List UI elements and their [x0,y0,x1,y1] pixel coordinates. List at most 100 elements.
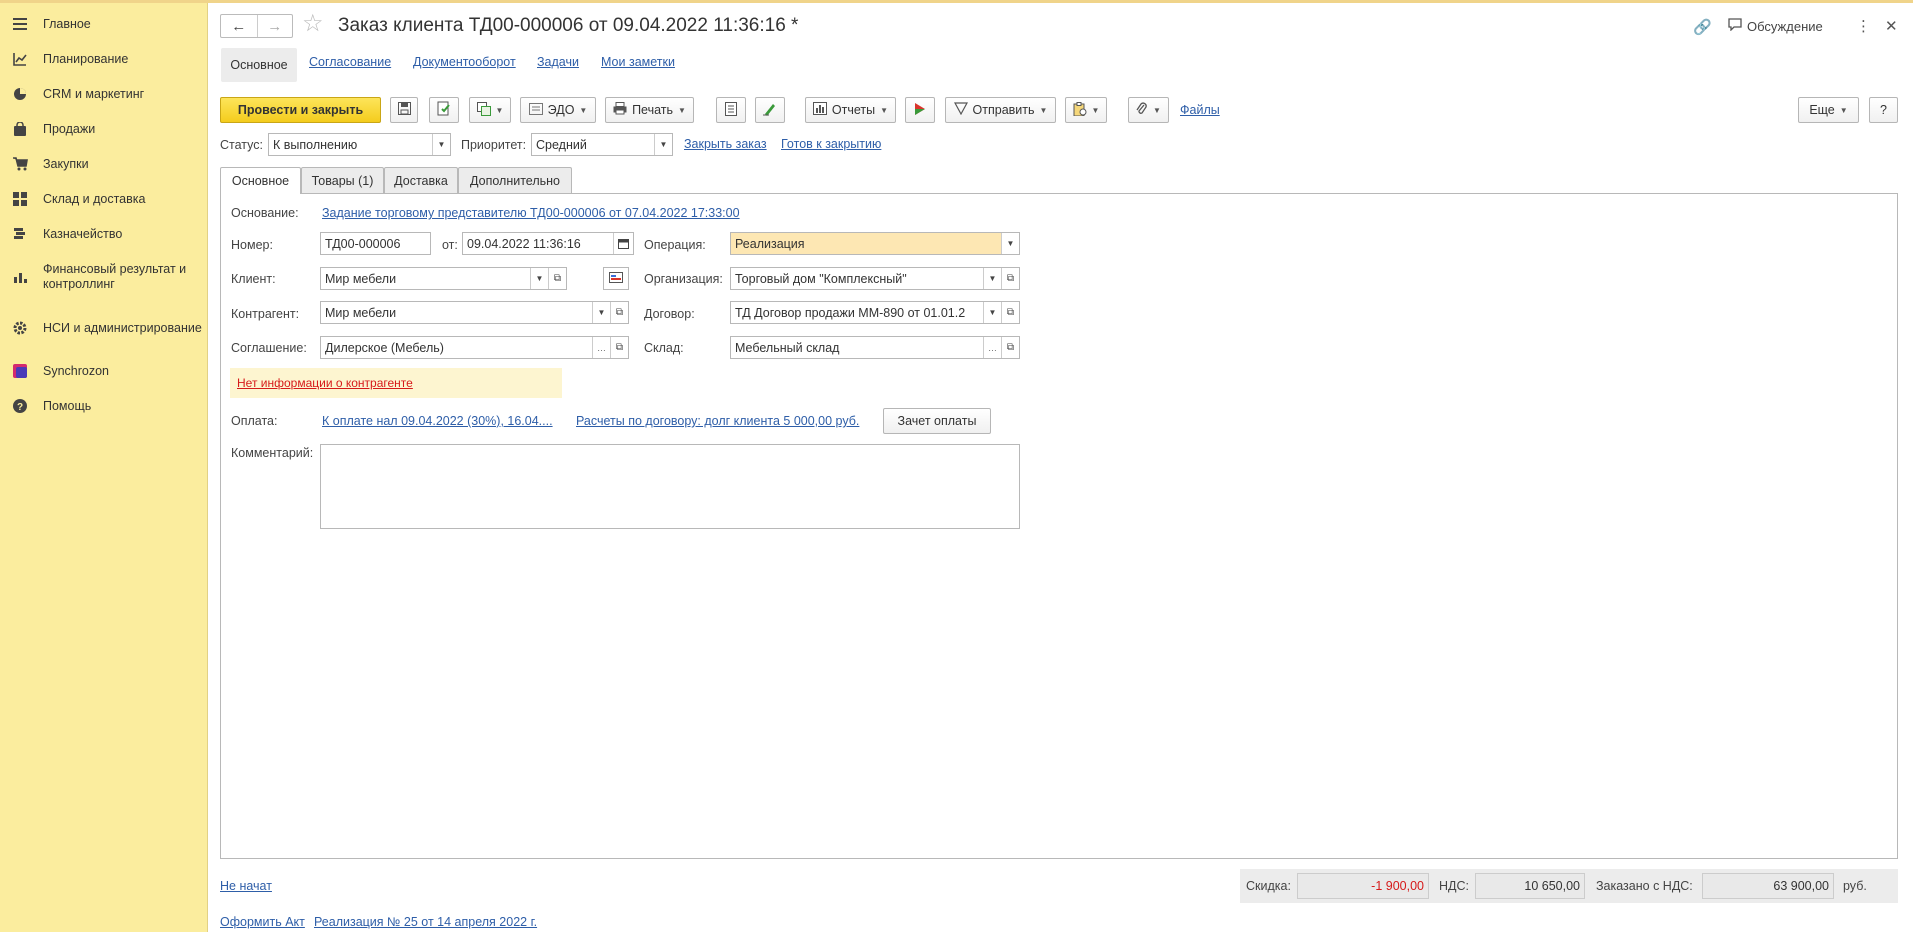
basis-link[interactable]: Задание торговому представителю ТД00-000… [322,206,740,220]
operation-select[interactable]: Реализация ▼ [730,232,1020,255]
tasks-button[interactable]: ▼ [1065,97,1107,123]
help-button[interactable]: ? [1869,97,1898,123]
post-and-close-button[interactable]: Провести и закрыть [220,97,381,123]
attach-button[interactable]: ▼ [1128,97,1169,123]
structure-button[interactable] [716,97,746,123]
open-icon[interactable]: ⧉ [548,268,566,289]
no-counterparty-info-link[interactable]: Нет информации о контрагенте [237,376,413,390]
reports-icon [812,102,827,118]
sidebar-item-nsi[interactable]: НСИ и администрирование [0,312,207,344]
sidebar-item-crm[interactable]: CRM и маркетинг [0,84,207,104]
open-icon[interactable]: ⧉ [610,302,628,323]
priority-select[interactable]: Средний ▼ [531,133,673,156]
app-window: Главное Планирование CRM и маркетинг Про… [0,0,1913,932]
contract-select[interactable]: ТД Договор продажи ММ-890 от 01.01.2 ▼ ⧉ [730,301,1020,324]
print-button[interactable]: Печать ▼ [605,97,694,123]
send-button[interactable]: Отправить ▼ [945,97,1056,123]
payment-schedule-link[interactable]: К оплате нал 09.04.2022 (30%), 16.04.... [322,414,553,428]
tab-approval[interactable]: Согласование [309,55,391,69]
sidebar-item-warehouse[interactable]: Склад и доставка [0,189,207,209]
favorite-star-icon[interactable]: ☆ [302,12,324,36]
cart-icon [12,156,28,172]
sidebar-item-purchases[interactable]: Закупки [0,154,207,174]
close-order-link[interactable]: Закрыть заказ [684,137,767,151]
number-field[interactable]: ТД00-000006 [320,232,431,255]
chevron-down-icon[interactable]: ▼ [654,134,672,155]
number-label: Номер: [231,238,273,252]
chevron-down-icon[interactable]: ▼ [983,268,1001,289]
ellipsis-icon[interactable]: … [983,337,1001,358]
forward-arrow-icon[interactable]: → [256,15,293,37]
sidebar-item-planning[interactable]: Планирование [0,49,207,69]
calendar-icon[interactable] [613,233,633,254]
create-act-link[interactable]: Оформить Акт [220,915,305,929]
sidebar-item-financial[interactable]: Финансовый результат и контроллинг [0,261,207,293]
more-label: Еще [1809,103,1835,117]
open-icon[interactable]: ⧉ [1001,302,1019,323]
chevron-down-icon[interactable]: ▼ [1001,233,1019,254]
tab-main[interactable]: Основное [221,48,297,82]
edo-label: ЭДО [547,103,575,117]
send-label: Отправить [972,103,1035,117]
close-icon[interactable]: ✕ [1885,17,1898,35]
ready-to-close-link[interactable]: Готов к закрытию [781,137,881,151]
chevron-down-icon[interactable]: ▼ [530,268,548,289]
create-based-on-button[interactable]: ▼ [469,97,511,123]
send-icon [953,102,968,118]
sidebar-item-treasury[interactable]: Казначейство [0,224,207,244]
discount-value: -1 900,00 [1297,873,1429,899]
history-nav: ← → [220,14,293,38]
date-field[interactable]: 09.04.2022 11:36:16 [462,232,634,255]
warehouse-select[interactable]: Мебельный склад … ⧉ [730,336,1020,359]
agreement-select[interactable]: Дилерское (Мебель) … ⧉ [320,336,629,359]
comment-icon [1728,18,1742,34]
open-icon[interactable]: ⧉ [1001,268,1019,289]
sidebar-item-help[interactable]: ? Помощь [0,396,207,416]
files-link[interactable]: Файлы [1180,103,1220,117]
tab-my-notes[interactable]: Мои заметки [601,55,675,69]
state-link[interactable]: Не начат [220,879,272,893]
form-tab-goods[interactable]: Товары (1) [301,167,384,193]
client-select[interactable]: Мир мебели ▼ ⧉ [320,267,567,290]
edo-icon [528,102,543,118]
post-button[interactable] [429,97,459,123]
realization-link[interactable]: Реализация № 25 от 14 апреля 2022 г. [314,915,537,929]
open-icon[interactable]: ⧉ [1001,337,1019,358]
organization-select[interactable]: Торговый дом "Комплексный" ▼ ⧉ [730,267,1020,290]
warehouse-icon [12,191,28,207]
sign-button[interactable] [755,97,785,123]
chevron-down-icon[interactable]: ▼ [592,302,610,323]
chevron-down-icon[interactable]: ▼ [432,134,450,155]
reports-button[interactable]: Отчеты ▼ [805,97,896,123]
reports-label: Отчеты [831,103,876,117]
ellipsis-icon[interactable]: … [592,337,610,358]
client-card-button[interactable] [603,267,629,290]
contract-settlement-link[interactable]: Расчеты по договору: долг клиента 5 000,… [576,414,859,428]
sidebar-item-label: Планирование [43,51,129,66]
payment-offset-button[interactable]: Зачет оплаты [883,408,991,434]
save-button[interactable] [390,97,418,123]
more-vertical-icon[interactable]: ⋮ [1856,17,1871,35]
tab-tasks[interactable]: Задачи [537,55,579,69]
link-icon[interactable]: 🔗 [1693,18,1712,36]
form-tab-additional[interactable]: Дополнительно [458,167,572,193]
counterparty-select[interactable]: Мир мебели ▼ ⧉ [320,301,629,324]
chevron-down-icon: ▼ [579,105,588,115]
status-select[interactable]: К выполнению ▼ [268,133,451,156]
edo-button[interactable]: ЭДО ▼ [520,97,596,123]
discussion-button[interactable]: Обсуждение [1728,18,1823,34]
flow-button[interactable] [905,97,935,123]
sidebar-item-main[interactable]: Главное [0,14,207,34]
warning-box: Нет информации о контрагенте [230,368,562,398]
form-tab-delivery[interactable]: Доставка [384,167,458,193]
back-arrow-icon[interactable]: ← [221,15,257,37]
help-icon: ? [12,398,28,414]
open-icon[interactable]: ⧉ [610,337,628,358]
sidebar-item-synchrozon[interactable]: Synchrozon [0,361,207,381]
more-button[interactable]: Еще ▼ [1798,97,1859,123]
tab-document-flow[interactable]: Документооборот [413,55,516,69]
form-tab-main[interactable]: Основное [220,167,301,194]
chevron-down-icon[interactable]: ▼ [983,302,1001,323]
comment-textarea[interactable] [320,444,1020,529]
sidebar-item-sales[interactable]: Продажи [0,119,207,139]
